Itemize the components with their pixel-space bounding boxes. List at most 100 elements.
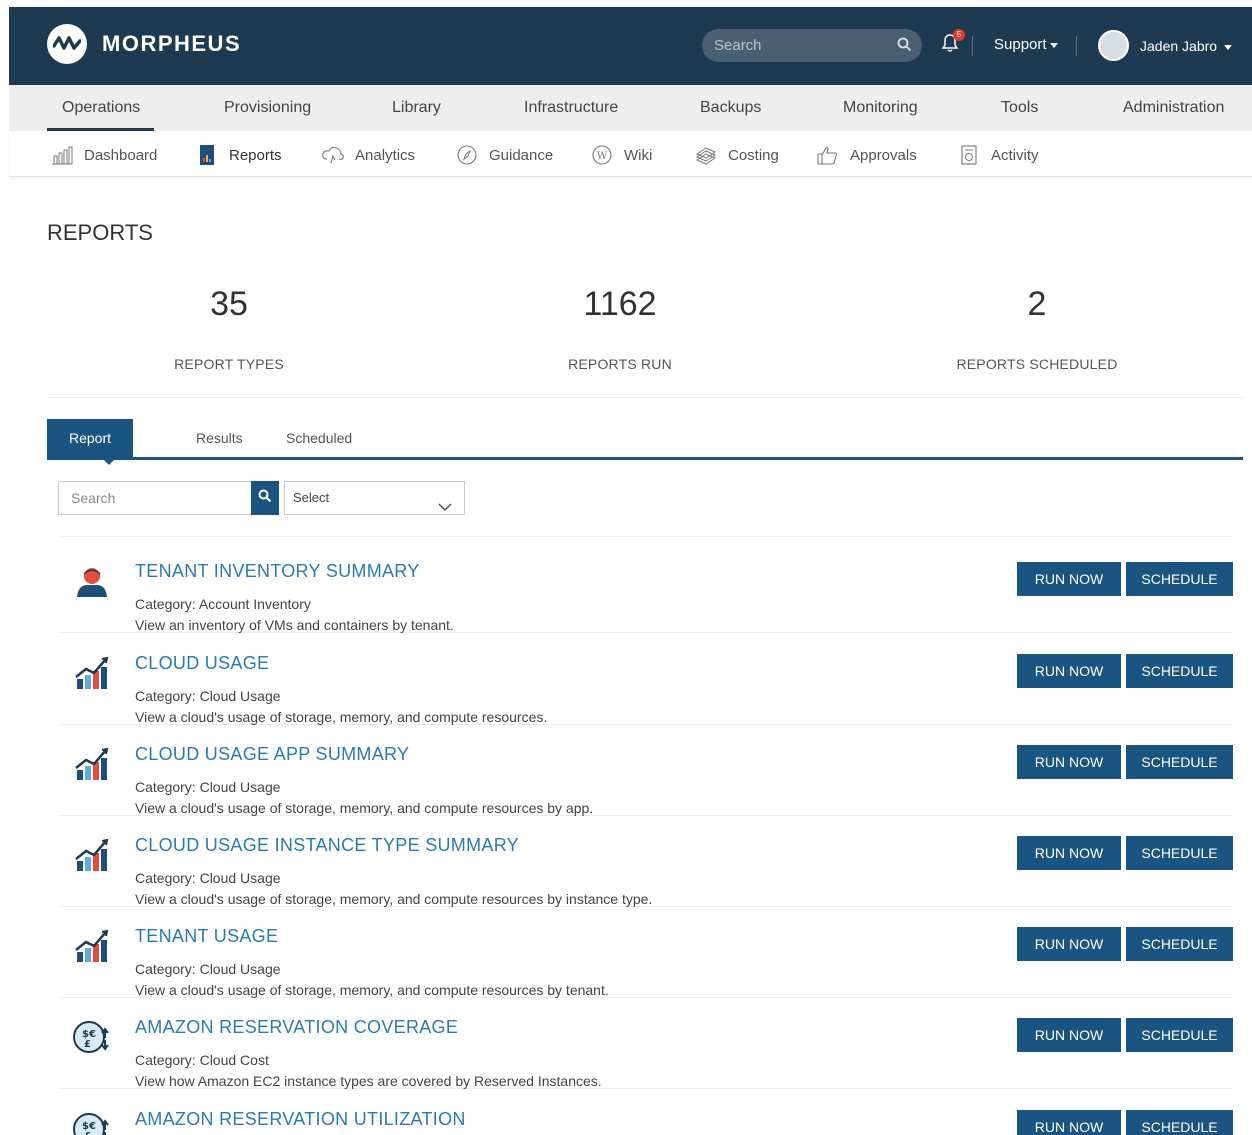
tenant-person-icon <box>72 561 112 601</box>
support-menu[interactable]: Support <box>994 36 1058 53</box>
subnav-label: Guidance <box>489 146 554 164</box>
report-title[interactable]: AMAZON RESERVATION UTILIZATION <box>135 1109 466 1130</box>
subnav-label: Wiki <box>624 146 653 164</box>
run-now-button[interactable]: RUN NOW <box>1017 562 1121 596</box>
subnav-label: Reports <box>229 146 282 164</box>
schedule-button[interactable]: SCHEDULE <box>1126 927 1233 961</box>
subnav-label: Dashboard <box>84 146 158 164</box>
primary-nav: Operations Provisioning Library Infrastr… <box>9 85 1252 131</box>
report-row: TENANT USAGE Category: Cloud Usage View … <box>58 906 1233 998</box>
stat-value: 35 <box>210 285 248 323</box>
tab-results[interactable]: Results <box>196 419 243 457</box>
subnav-dashboard[interactable]: Dashboard <box>50 143 157 167</box>
report-title[interactable]: TENANT INVENTORY SUMMARY <box>135 561 420 582</box>
nav-administration[interactable]: Administration <box>1123 99 1224 117</box>
run-now-button[interactable]: RUN NOW <box>1017 1110 1121 1135</box>
stat-value: 2 <box>1027 285 1047 323</box>
report-category: Category: Cloud Usage <box>135 961 281 977</box>
run-now-button[interactable]: RUN NOW <box>1017 745 1121 779</box>
category-select[interactable]: Select <box>284 481 465 515</box>
currency-exchange-icon: $€£ <box>72 1017 112 1057</box>
nav-backups[interactable]: Backups <box>700 99 761 117</box>
report-title[interactable]: AMAZON RESERVATION COVERAGE <box>135 1017 458 1038</box>
report-row: CLOUD USAGE INSTANCE TYPE SUMMARY Catego… <box>58 815 1233 907</box>
stat-label: REPORTS RUN <box>568 356 672 372</box>
activity-icon <box>957 143 981 167</box>
approvals-icon <box>816 143 840 167</box>
report-category: Category: Cloud Usage <box>135 688 281 704</box>
morpheus-logo-icon <box>47 24 87 64</box>
subnav-label: Approvals <box>850 146 917 164</box>
subnav-reports[interactable]: Reports <box>195 143 282 167</box>
stat-reports-run: 1162 REPORTS RUN <box>470 285 770 372</box>
subnav-approvals[interactable]: Approvals <box>816 143 917 167</box>
report-row: CLOUD USAGE APP SUMMARY Category: Cloud … <box>58 724 1233 816</box>
nav-monitoring[interactable]: Monitoring <box>843 99 918 117</box>
report-search-button[interactable] <box>251 481 279 515</box>
report-category: Category: Cloud Usage <box>135 870 281 886</box>
report-row: TENANT INVENTORY SUMMARY Category: Accou… <box>58 541 1233 633</box>
run-now-button[interactable]: RUN NOW <box>1017 1018 1121 1052</box>
nav-provisioning[interactable]: Provisioning <box>224 99 311 117</box>
schedule-button[interactable]: SCHEDULE <box>1126 1110 1233 1135</box>
usage-chart-icon <box>72 835 112 875</box>
wiki-icon: W <box>590 143 614 167</box>
tab-scheduled[interactable]: Scheduled <box>286 419 352 457</box>
notifications-button[interactable]: 5 <box>941 29 965 58</box>
run-now-button[interactable]: RUN NOW <box>1017 654 1121 688</box>
usage-chart-icon <box>72 744 112 784</box>
subnav-costing[interactable]: Costing <box>694 143 779 167</box>
schedule-button[interactable]: SCHEDULE <box>1126 654 1233 688</box>
user-menu[interactable]: Jaden Jabro <box>1140 38 1232 54</box>
report-title[interactable]: TENANT USAGE <box>135 926 278 947</box>
report-title[interactable]: CLOUD USAGE INSTANCE TYPE SUMMARY <box>135 835 519 856</box>
report-description: View a cloud's usage of storage, memory,… <box>135 891 653 907</box>
nav-library[interactable]: Library <box>392 99 441 117</box>
report-description: View how Amazon EC2 instance types are c… <box>135 1073 602 1089</box>
user-name: Jaden Jabro <box>1140 38 1218 54</box>
stat-label: REPORTS SCHEDULED <box>956 356 1118 372</box>
global-search[interactable] <box>702 29 922 62</box>
stat-value: 1162 <box>583 285 657 323</box>
chevron-down-icon <box>438 492 452 524</box>
nav-operations[interactable]: Operations <box>62 99 140 117</box>
avatar[interactable] <box>1098 30 1129 61</box>
nav-tools[interactable]: Tools <box>1001 99 1038 117</box>
bell-icon <box>941 34 959 57</box>
subnav-wiki[interactable]: W Wiki <box>590 143 652 167</box>
report-search <box>58 481 251 515</box>
report-title[interactable]: CLOUD USAGE <box>135 653 269 674</box>
analytics-icon <box>321 143 345 167</box>
usage-chart-icon <box>72 653 112 693</box>
run-now-button[interactable]: RUN NOW <box>1017 927 1121 961</box>
reports-icon <box>195 143 219 167</box>
chevron-down-icon <box>1223 44 1232 50</box>
subnav-activity[interactable]: Activity <box>957 143 1039 167</box>
stat-label: REPORT TYPES <box>174 356 284 372</box>
schedule-button[interactable]: SCHEDULE <box>1126 1018 1233 1052</box>
report-search-input[interactable] <box>59 482 251 514</box>
divider <box>47 397 1243 398</box>
run-now-button[interactable]: RUN NOW <box>1017 836 1121 870</box>
search-icon[interactable] <box>897 37 912 57</box>
search-icon <box>258 489 272 508</box>
svg-text:£: £ <box>84 1131 91 1135</box>
nav-infrastructure[interactable]: Infrastructure <box>524 99 618 117</box>
currency-exchange-icon: $€£ <box>72 1109 112 1135</box>
report-category: Category: Account Inventory <box>135 596 311 612</box>
report-description: View a cloud's usage of storage, memory,… <box>135 709 548 725</box>
report-title[interactable]: CLOUD USAGE APP SUMMARY <box>135 744 409 765</box>
schedule-button[interactable]: SCHEDULE <box>1126 562 1233 596</box>
brand-logo[interactable]: MORPHEUS <box>47 24 241 64</box>
costing-icon <box>694 143 718 167</box>
category-select-value: Select <box>293 490 330 505</box>
global-search-input[interactable] <box>702 29 888 62</box>
tab-report-types[interactable]: Report Types <box>47 419 134 484</box>
subnav-guidance[interactable]: Guidance <box>455 143 553 167</box>
svg-text:W: W <box>597 151 608 162</box>
schedule-button[interactable]: SCHEDULE <box>1126 745 1233 779</box>
subnav-analytics[interactable]: Analytics <box>321 143 415 167</box>
top-header: MORPHEUS 5 Support Jaden Jabro <box>9 7 1252 85</box>
schedule-button[interactable]: SCHEDULE <box>1126 836 1233 870</box>
support-label: Support <box>994 36 1047 53</box>
